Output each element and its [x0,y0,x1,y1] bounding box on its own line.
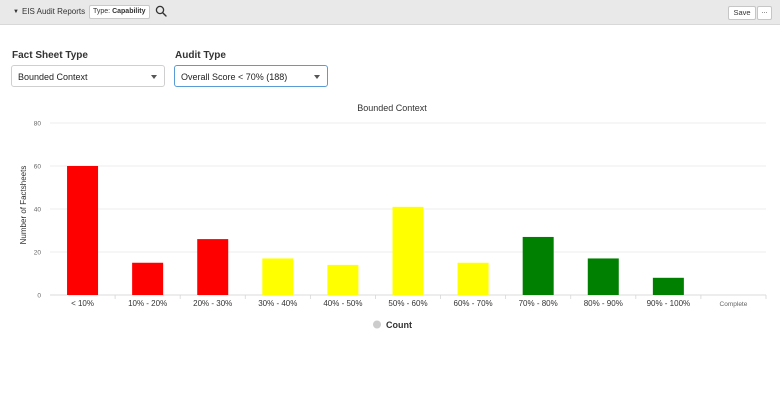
report-title-dropdown[interactable]: ▼ EIS Audit Reports [13,7,85,16]
more-options-button[interactable]: ... [757,6,772,20]
x-tick-label: 20% - 30% [193,299,232,308]
x-tick-label: 60% - 70% [454,299,493,308]
bar[interactable] [262,258,294,295]
x-tick-label: < 10% [71,299,94,308]
search-icon[interactable] [155,5,167,17]
x-axis-labels: < 10% 10% - 20% 20% - 30% 30% - 40% 40% - 50… [71,295,767,308]
bar[interactable] [67,166,99,295]
caret-down-icon: ▼ [13,8,19,15]
bar[interactable] [132,262,164,295]
chart-title: Bounded Context [357,103,427,113]
x-tick-label: 30% - 40% [258,299,297,308]
x-tick-label: 90% - 100% [647,299,691,308]
legend[interactable]: Count [373,320,412,330]
report-title: EIS Audit Reports [21,7,86,16]
y-tick-label: 20 [34,250,42,257]
y-axis-label: Number of Factsheets [19,166,28,245]
legend-marker [373,320,381,329]
bar[interactable] [652,277,684,295]
y-tick-label: 40 [34,207,42,214]
x-tick-label: Complete [720,301,748,308]
top-toolbar: ▼ EIS Audit Reports Type: Capability Sav… [0,0,780,25]
bars [67,166,684,295]
type-label: Type: [93,8,111,15]
bar[interactable] [327,264,359,295]
bar[interactable] [587,258,619,295]
bar-chart: Bounded Context Number of Factsheets 0 20… [19,103,767,330]
type-value: Capability [112,8,146,15]
y-tick-label: 60 [34,164,42,171]
bar[interactable] [457,262,489,295]
x-tick-label: 80% - 90% [584,299,623,308]
bar[interactable] [522,236,554,295]
x-tick-label: 40% - 50% [323,299,362,308]
fact-sheet-type-label: Fact Sheet Type [12,50,88,61]
save-button[interactable]: Save [728,6,756,20]
x-tick-label: 70% - 80% [519,299,558,308]
audit-type-value: Overall Score < 70% (188) [181,72,288,82]
legend-label: Count [386,320,412,330]
bar[interactable] [197,239,229,295]
x-tick-label: 10% - 20% [128,299,167,308]
audit-type-select[interactable]: Overall Score < 70% (188) [174,65,328,87]
x-tick-label: 50% - 60% [388,299,427,308]
chevron-down-icon [314,75,320,79]
type-filter-chip[interactable]: Type: Capability [89,5,150,19]
y-tick-label: 80 [34,121,42,128]
audit-type-label: Audit Type [175,50,226,61]
fact-sheet-type-select[interactable]: Bounded Context [11,65,165,87]
y-tick-label: 0 [37,293,41,300]
chevron-down-icon [151,75,157,79]
bar[interactable] [392,206,424,295]
fact-sheet-type-value: Bounded Context [18,72,88,82]
